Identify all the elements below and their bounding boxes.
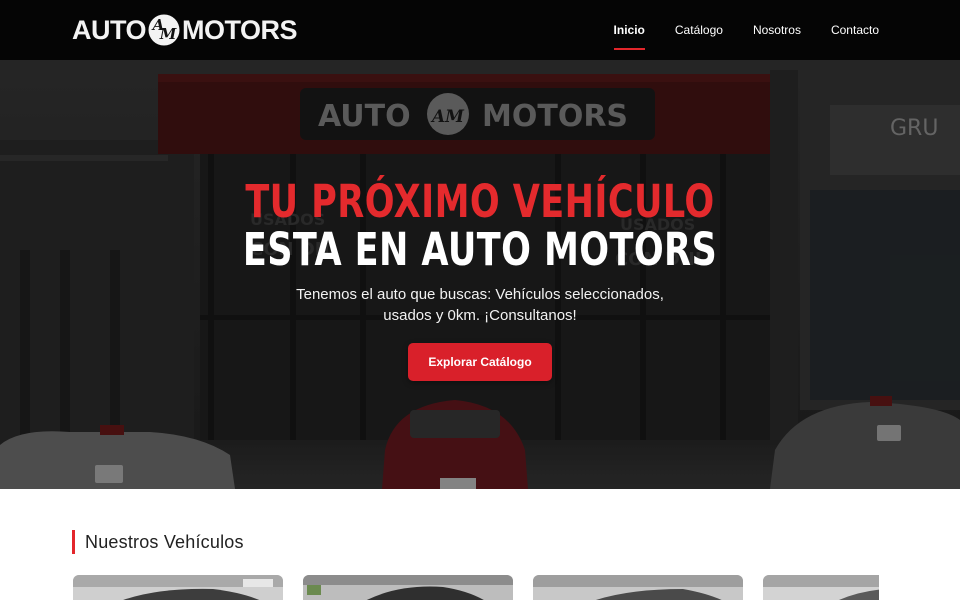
vehicle-card[interactable]	[533, 575, 743, 600]
vehicle-card[interactable]	[303, 575, 513, 600]
main-nav: Inicio Catálogo Nosotros Contacto	[613, 0, 879, 60]
vehicle-card[interactable]	[73, 575, 283, 600]
logo-monogram-icon: A M	[148, 14, 180, 46]
section-title: Nuestros Vehículos	[72, 530, 244, 554]
hero-content: TU PRÓXIMO VEHÍCULO ESTA EN AUTO MOTORS …	[0, 176, 960, 381]
nav-catalogo[interactable]: Catálogo	[675, 21, 723, 39]
hero-banner: GRU AUTO AM MOTORS USADOS CON DNI USADOS…	[0, 60, 960, 489]
hero-title-line1: TU PRÓXIMO VEHÍCULO	[245, 175, 715, 228]
nav-nosotros[interactable]: Nosotros	[753, 21, 801, 39]
vehicle-photo-image	[303, 575, 513, 600]
logo-word-left: AUTO	[72, 14, 147, 45]
vehicle-card[interactable]	[763, 575, 879, 600]
site-header: AUTO A M MOTORS Inicio Catálogo Nosotros…	[0, 0, 960, 60]
hero-title-line2: ESTA EN AUTO MOTORS	[242, 223, 718, 276]
svg-text:M: M	[159, 25, 177, 43]
brand-logo[interactable]: AUTO A M MOTORS	[72, 12, 298, 48]
logo-word-right: MOTORS	[182, 14, 298, 45]
vehicle-card-list	[73, 575, 879, 600]
vehicle-photo-image	[763, 575, 879, 600]
hero-subtitle: Tenemos el auto que buscas: Vehículos se…	[296, 286, 664, 324]
nav-inicio[interactable]: Inicio	[613, 21, 646, 50]
vehicle-photo-image	[73, 575, 283, 600]
explore-catalog-button[interactable]: Explorar Catálogo	[408, 343, 552, 381]
vehicle-photo-image	[533, 575, 743, 600]
nav-contacto[interactable]: Contacto	[831, 21, 879, 39]
